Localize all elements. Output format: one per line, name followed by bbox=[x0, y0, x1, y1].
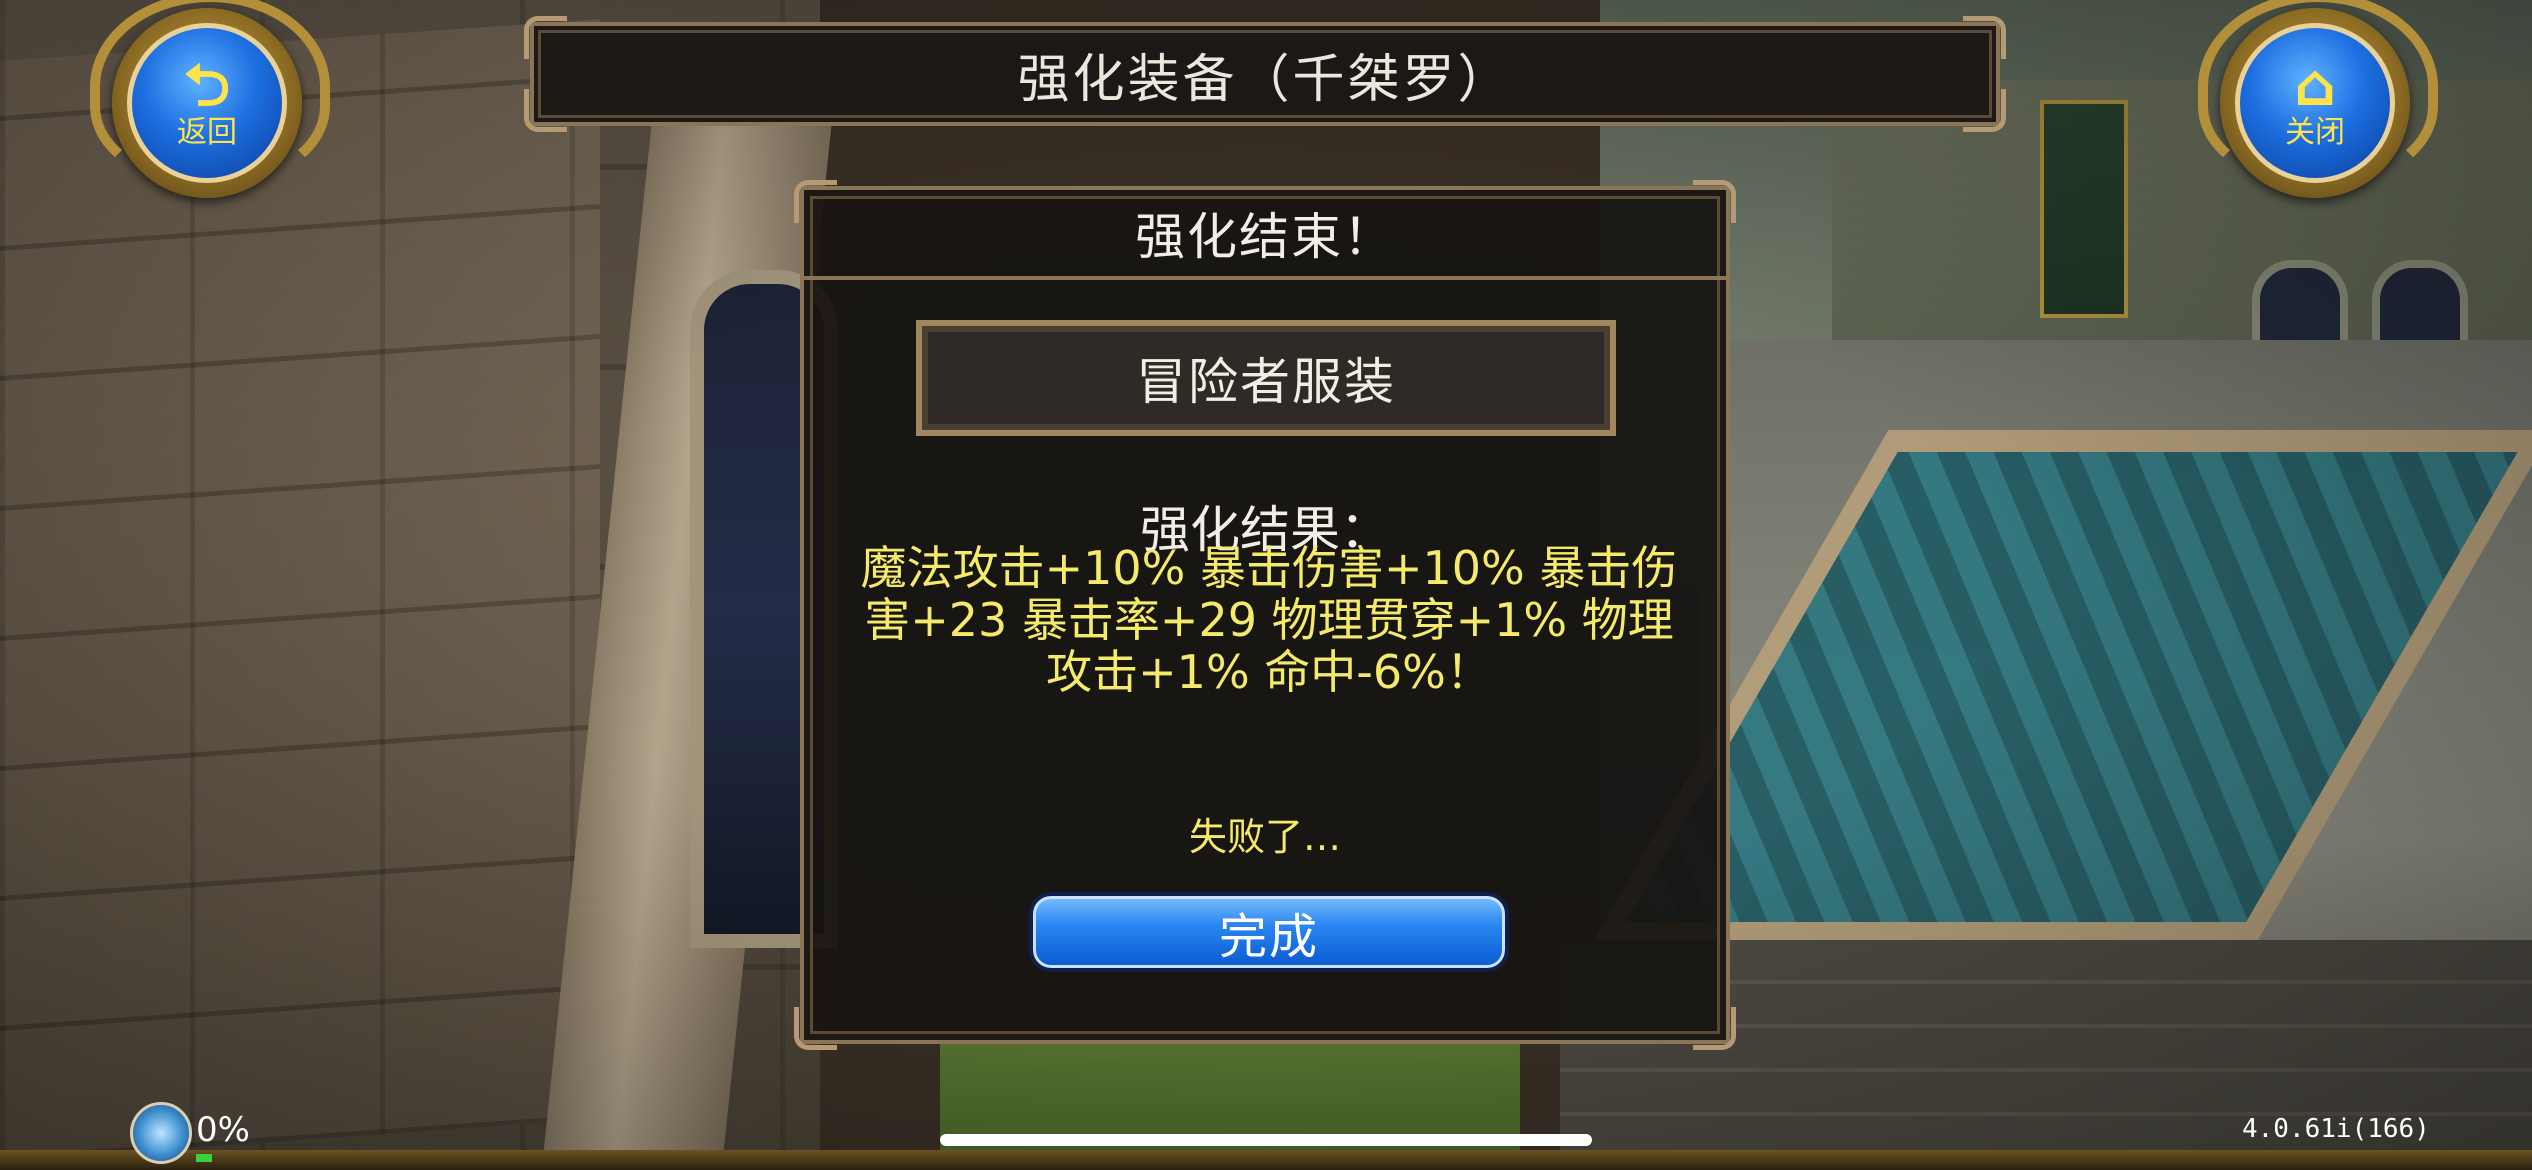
dialog-header: 强化结束！ bbox=[804, 190, 1726, 280]
item-name-box: 冒险者服装 bbox=[916, 320, 1616, 436]
done-button-label: 完成 bbox=[1218, 909, 1319, 965]
frame-corner bbox=[1693, 1007, 1736, 1050]
exp-percent: 0% bbox=[196, 1110, 250, 1150]
hud-bottom-bar bbox=[0, 1150, 2532, 1170]
done-button[interactable]: 完成 bbox=[1029, 892, 1509, 972]
item-name: 冒险者服装 bbox=[1136, 353, 1396, 411]
dialog-title: 强化结束！ bbox=[1135, 208, 1395, 266]
home-icon: ⌂ bbox=[2294, 51, 2336, 119]
title-bar: 强化装备（千桀罗） bbox=[524, 16, 2006, 132]
version-label: 4.0.61i(166) bbox=[2242, 1114, 2430, 1144]
back-button[interactable]: ⮌ 返回 bbox=[90, 0, 330, 198]
close-button-label: 关闭 bbox=[2285, 115, 2345, 150]
exp-orb-icon bbox=[130, 1102, 192, 1164]
home-indicator[interactable] bbox=[940, 1134, 1592, 1146]
page-title: 强化装备（千桀罗） bbox=[1017, 49, 1513, 110]
back-button-label: 返回 bbox=[177, 115, 237, 150]
back-button-face[interactable]: ⮌ 返回 bbox=[127, 23, 287, 183]
return-arrow-icon: ⮌ bbox=[183, 51, 231, 119]
exp-bar-fill bbox=[196, 1154, 212, 1162]
frame-corner bbox=[1963, 16, 2006, 59]
frame-corner bbox=[524, 16, 567, 59]
frame-corner bbox=[524, 89, 567, 132]
frame-corner bbox=[794, 1007, 837, 1050]
enhance-result-dialog: 强化结束！ 冒险者服装 强化结果： 魔法攻击+10% 暴击伤害+10% 暴击伤害… bbox=[794, 180, 1736, 1050]
frame-corner bbox=[1963, 89, 2006, 132]
failure-status-text: 失败了… bbox=[1188, 815, 1341, 859]
close-button[interactable]: ⌂ 关闭 bbox=[2198, 0, 2438, 198]
close-button-face[interactable]: ⌂ 关闭 bbox=[2235, 23, 2395, 183]
result-stats-text: 魔法攻击+10% 暴击伤害+10% 暴击伤害+23 暴击率+29 物理贯穿+1%… bbox=[860, 541, 1678, 699]
